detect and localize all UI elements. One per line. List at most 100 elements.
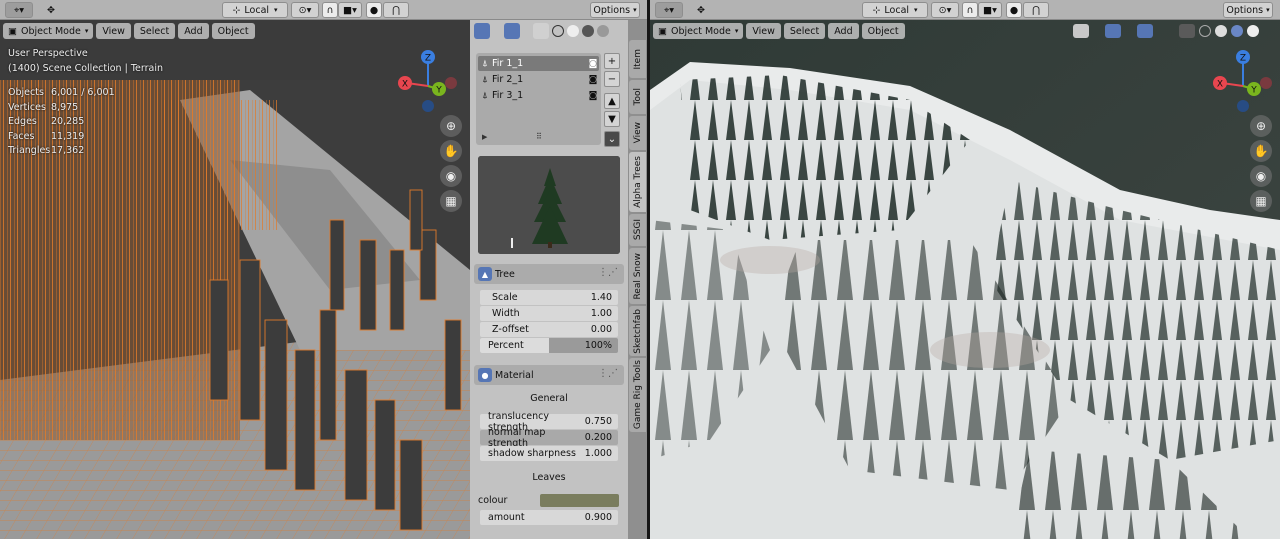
sidebar-panel: ⍋ Fir 1_1 ◙ ⍋ Fir 2_1 ◙ ⍋ Fir 3_1 ◙ ▶ ⠿ … bbox=[470, 20, 628, 539]
tree-panel-icon: ▲ bbox=[478, 267, 492, 281]
tab-tool[interactable]: Tool bbox=[629, 80, 646, 114]
menu-view[interactable]: View bbox=[96, 23, 131, 39]
remove-item-button[interactable]: − bbox=[604, 71, 620, 87]
scale-field[interactable]: Scale 1.40 bbox=[480, 290, 618, 305]
list-item[interactable]: ⍋ Fir 3_1 ◙ bbox=[478, 88, 599, 103]
left-3d-viewport[interactable]: ▣ Object Mode ▾ View Select Add Object U… bbox=[0, 20, 470, 539]
zoom-icon[interactable]: ⊕ bbox=[440, 115, 462, 137]
navigation-gizmo[interactable]: Z X Y bbox=[393, 48, 463, 114]
grid-ortho-icon[interactable]: ▦ bbox=[440, 190, 462, 212]
move-up-button[interactable]: ▲ bbox=[604, 93, 620, 109]
panel-drag-icon[interactable]: ⋮⋰ bbox=[598, 368, 618, 379]
editor-type-button[interactable]: ⌖▾ bbox=[5, 2, 33, 18]
menu-select-right[interactable]: Select bbox=[783, 23, 826, 39]
options-dropdown-left[interactable]: Options ▾ bbox=[590, 2, 640, 18]
material-panel-header[interactable]: ● Material ⋮⋰ bbox=[474, 365, 624, 385]
menu-view-right[interactable]: View bbox=[746, 23, 781, 39]
pivot-point-dropdown-right[interactable]: ⊙▾ bbox=[931, 2, 959, 18]
menu-add[interactable]: Add bbox=[178, 23, 209, 39]
shadow-sharpness-field[interactable]: shadow sharpness 1.000 bbox=[480, 446, 618, 461]
menu-object-right[interactable]: Object bbox=[861, 23, 905, 39]
width-field[interactable]: Width 1.00 bbox=[480, 306, 618, 321]
tab-view[interactable]: View bbox=[629, 116, 646, 150]
camera-icon[interactable]: ◙ bbox=[587, 75, 599, 85]
options-dropdown-right[interactable]: Options ▾ bbox=[1223, 2, 1273, 18]
colour-swatch[interactable] bbox=[540, 494, 619, 507]
snap-toggle-right[interactable]: ∩ bbox=[962, 2, 978, 18]
proportional-icon: ● bbox=[369, 4, 379, 16]
zoffset-field[interactable]: Z-offset 0.00 bbox=[480, 322, 618, 337]
tab-alpha-trees[interactable]: Alpha Trees bbox=[629, 152, 646, 212]
visibility-icon[interactable] bbox=[1073, 24, 1089, 38]
tree-panel-header[interactable]: ▲ Tree ⋮⋰ bbox=[474, 264, 624, 284]
amount-field[interactable]: amount 0.900 bbox=[480, 510, 618, 525]
list-item[interactable]: ⍋ Fir 1_1 ◙ bbox=[478, 56, 599, 71]
navigation-gizmo-right[interactable]: Z X Y bbox=[1208, 48, 1278, 114]
overlay-toggle-icon[interactable] bbox=[504, 23, 520, 39]
right-shading-controls bbox=[1073, 22, 1259, 40]
proportional-edit-toggle-right[interactable]: ● bbox=[1006, 2, 1022, 18]
stat-row: Objects 6,001 / 6,001 bbox=[8, 87, 115, 98]
gizmo-toggle-icon[interactable] bbox=[1105, 24, 1121, 38]
colour-row: colour bbox=[478, 493, 620, 508]
add-item-button[interactable]: + bbox=[604, 53, 620, 69]
material-shading-icon[interactable] bbox=[1231, 25, 1243, 37]
interaction-mode-dropdown-right[interactable]: ▣ Object Mode ▾ bbox=[653, 23, 744, 39]
move-down-button[interactable]: ▼ bbox=[604, 111, 620, 127]
right-3d-viewport[interactable]: ▣ Object Mode ▾ View Select Add Object Z… bbox=[650, 20, 1280, 539]
expand-triangle-icon[interactable]: ▶ bbox=[482, 133, 487, 141]
xray-icon[interactable] bbox=[533, 23, 549, 39]
object-mode-icon: ▣ bbox=[8, 25, 17, 37]
interaction-mode-dropdown[interactable]: ▣ Object Mode ▾ bbox=[3, 23, 94, 39]
svg-text:Z: Z bbox=[1240, 54, 1246, 64]
tab-real-snow[interactable]: Real Snow bbox=[629, 248, 646, 304]
menu-select[interactable]: Select bbox=[133, 23, 176, 39]
proportional-edit-toggle[interactable]: ● bbox=[366, 2, 382, 18]
list-item[interactable]: ⍋ Fir 2_1 ◙ bbox=[478, 72, 599, 87]
pan-hand-icon[interactable]: ✋ bbox=[1250, 140, 1272, 162]
zoom-icon[interactable]: ⊕ bbox=[1250, 115, 1272, 137]
overlay-toggle-icon[interactable] bbox=[1137, 24, 1153, 38]
snap-target-dropdown-right[interactable]: ■▾ bbox=[978, 2, 1002, 18]
camera-icon[interactable]: ◉ bbox=[440, 165, 462, 187]
transform-orientation-dropdown[interactable]: ⊹ Local ▾ bbox=[222, 2, 288, 18]
snap-toggle[interactable]: ∩ bbox=[322, 2, 338, 18]
camera-icon[interactable]: ◙ bbox=[587, 91, 599, 101]
tab-ssgi[interactable]: SSGI bbox=[629, 214, 646, 246]
render-shading-icon[interactable] bbox=[597, 25, 609, 37]
menu-add-right[interactable]: Add bbox=[828, 23, 859, 39]
stat-row: Faces 11,319 bbox=[8, 130, 85, 142]
sidebar-header-icons bbox=[470, 20, 628, 42]
tree-list[interactable]: ⍋ Fir 1_1 ◙ ⍋ Fir 2_1 ◙ ⍋ Fir 3_1 ◙ ▶ ⠿ bbox=[476, 53, 601, 145]
solid-shading-icon[interactable] bbox=[1215, 25, 1227, 37]
menu-object[interactable]: Object bbox=[211, 23, 255, 39]
scene-statistics: Objects 6,001 / 6,001 Vertices 8,975 Edges… bbox=[8, 86, 115, 159]
normal-map-strength-field[interactable]: normal map strength 0.200 bbox=[480, 427, 618, 449]
editor-type-button-right[interactable]: ⌖▾ bbox=[655, 2, 683, 18]
wireframe-shading-icon[interactable] bbox=[1199, 25, 1211, 37]
move-tool-icon[interactable]: ✥ bbox=[40, 2, 62, 18]
tab-item[interactable]: Item bbox=[629, 40, 646, 78]
falloff-dropdown[interactable]: ⋂ bbox=[383, 2, 409, 18]
pan-hand-icon[interactable]: ✋ bbox=[440, 140, 462, 162]
tab-game-rig-tools[interactable]: Game Rig Tools bbox=[629, 358, 646, 432]
grid-ortho-icon[interactable]: ▦ bbox=[1250, 190, 1272, 212]
wireframe-shading-icon[interactable] bbox=[552, 25, 564, 37]
percent-slider[interactable]: Percent 100% bbox=[480, 338, 618, 353]
render-shading-icon[interactable] bbox=[1247, 25, 1259, 37]
tab-sketchfab[interactable]: Sketchfab bbox=[629, 306, 646, 356]
panel-drag-icon[interactable]: ⋮⋰ bbox=[598, 267, 618, 278]
snap-target-dropdown[interactable]: ■▾ bbox=[338, 2, 362, 18]
camera-icon[interactable]: ◙ bbox=[587, 59, 599, 69]
gizmo-toggle-icon[interactable] bbox=[474, 23, 490, 39]
camera-icon[interactable]: ◉ bbox=[1250, 165, 1272, 187]
falloff-dropdown-right[interactable]: ⋂ bbox=[1023, 2, 1049, 18]
pivot-point-dropdown[interactable]: ⊙▾ bbox=[291, 2, 319, 18]
transform-orientation-dropdown-right[interactable]: ⊹ Local ▾ bbox=[862, 2, 928, 18]
resize-handle-icon[interactable]: ⠿ bbox=[536, 132, 542, 141]
solid-shading-icon[interactable] bbox=[567, 25, 579, 37]
xray-icon[interactable] bbox=[1179, 24, 1195, 38]
move-tool-icon-right[interactable]: ✥ bbox=[690, 2, 712, 18]
list-menu-button[interactable]: ⌄ bbox=[604, 131, 620, 147]
material-shading-icon[interactable] bbox=[582, 25, 594, 37]
